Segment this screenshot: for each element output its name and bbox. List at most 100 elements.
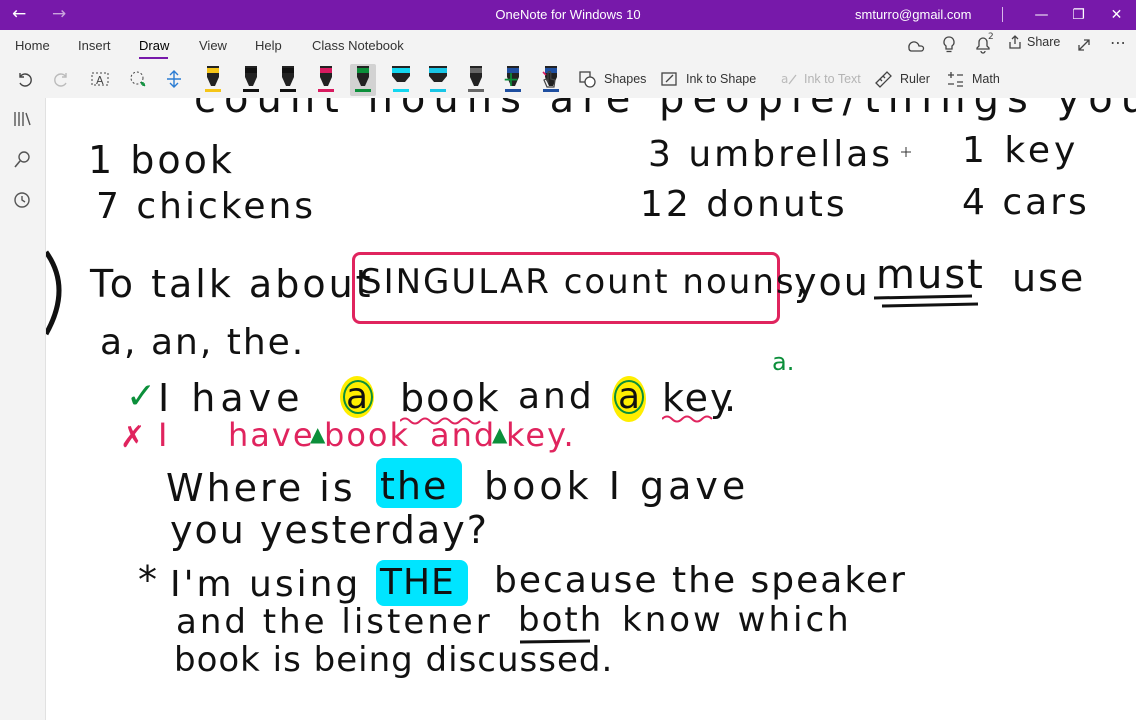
maximize-button[interactable]: ❐ — [1060, 0, 1097, 30]
maximize-icon: ❐ — [1072, 7, 1085, 23]
tab-help[interactable]: Help — [255, 38, 282, 53]
cursor-crosshair-icon — [901, 147, 911, 157]
explanation-the: THE — [380, 562, 455, 603]
ruler-button[interactable]: Ruler — [874, 66, 930, 92]
add-pen-button[interactable]: + — [500, 66, 522, 92]
sync-icon[interactable] — [905, 36, 925, 54]
svg-text:a: a — [781, 72, 788, 86]
rule-must: must — [876, 252, 985, 298]
example-text: 4 cars — [962, 182, 1090, 223]
share-label: Share — [1027, 35, 1061, 49]
asterisk-mark: * — [138, 558, 157, 602]
note-canvas[interactable]: count nouns are people/things you can co… — [46, 98, 1136, 720]
note-header-line: count nouns are people/things you can co… — [194, 98, 1136, 122]
touch-drawing-button[interactable] — [538, 66, 562, 92]
shapes-icon — [579, 71, 596, 88]
question-line2: you yesterday? — [170, 508, 489, 552]
pen-icon — [242, 66, 259, 92]
pen-tool[interactable] — [350, 64, 376, 96]
tab-view[interactable]: View — [199, 38, 227, 53]
explanation-line3: book is being discussed. — [174, 640, 614, 680]
wrong-and: and — [430, 416, 497, 454]
shapes-button[interactable]: Shapes — [578, 66, 646, 92]
tab-home[interactable]: Home — [15, 38, 50, 53]
explanation-line1-rest: because the speaker — [494, 560, 907, 601]
question-the: the — [380, 464, 449, 508]
ink-to-text-button[interactable]: a Ink to Text — [780, 66, 861, 92]
add-icon: + — [502, 67, 520, 91]
redo-button[interactable] — [50, 66, 74, 92]
pen-icon — [317, 66, 334, 92]
lasso-select-button[interactable] — [126, 66, 150, 92]
draw-toolbar: A + Shapes Ink to Shape a Ink to Text Ru… — [0, 60, 1136, 99]
explanation-both: both — [518, 600, 604, 640]
x-mark: ✗ — [120, 420, 146, 455]
pen-tool[interactable] — [313, 64, 339, 96]
example-text: 3 umbrellas — [648, 134, 894, 175]
rule-use: use — [1012, 256, 1086, 300]
undo-icon — [19, 73, 32, 87]
highlighter-tool[interactable] — [388, 64, 414, 96]
ink-to-shape-button[interactable]: Ink to Shape — [660, 66, 756, 92]
user-account[interactable]: smturro@gmail.com — [855, 7, 972, 22]
titlebar-separator — [1002, 7, 1003, 22]
text-select-icon: A — [91, 72, 109, 87]
tab-insert[interactable]: Insert — [78, 38, 111, 53]
type-text-button[interactable]: A — [88, 66, 112, 92]
pen-icon — [355, 66, 371, 92]
more-options-icon[interactable]: ⋯ — [1110, 33, 1126, 52]
minimize-button[interactable]: — — [1023, 0, 1060, 30]
minimize-icon: — — [1034, 7, 1049, 23]
check-mark: ✓ — [126, 376, 157, 417]
ribbon-tabs: Home Insert Draw View Help Class Noteboo… — [0, 30, 1136, 60]
share-button[interactable]: Share — [1007, 34, 1060, 50]
explanation-line2-rest: know which — [622, 600, 852, 640]
math-icon — [948, 72, 963, 87]
correct-book: book — [400, 376, 501, 420]
pencil-tool[interactable] — [463, 64, 489, 96]
undo-button[interactable] — [12, 66, 36, 92]
share-icon — [1009, 35, 1021, 49]
question-start: Where is — [166, 466, 356, 510]
pencil-icon — [467, 66, 484, 92]
close-icon: ✕ — [1110, 7, 1123, 23]
shapes-label: Shapes — [604, 72, 647, 86]
svg-text:A: A — [96, 74, 104, 87]
recent-notes-icon[interactable] — [13, 191, 33, 211]
lasso-icon — [130, 71, 146, 87]
lightbulb-icon[interactable] — [941, 35, 957, 55]
wrong-have: have — [228, 416, 315, 454]
tab-draw[interactable]: Draw — [139, 38, 169, 53]
rule-you: you — [794, 260, 870, 304]
correct-article-a: a — [618, 376, 641, 417]
pen-tool[interactable] — [275, 64, 301, 96]
wrong-sentence-i: I — [158, 416, 168, 454]
notebooks-icon[interactable] — [13, 110, 33, 128]
explanation-start: I'm using — [170, 564, 362, 605]
touch-draw-icon — [542, 71, 556, 88]
rule-boxed-text: SINGULAR count nouns, — [360, 262, 809, 302]
math-button[interactable]: Math — [946, 66, 1000, 92]
example-text: 12 donuts — [640, 184, 848, 225]
math-label: Math — [972, 72, 1000, 86]
green-annotation: a. — [772, 348, 795, 376]
pen-tool[interactable] — [238, 64, 264, 96]
search-icon[interactable] — [13, 150, 33, 170]
correct-article-a: a — [346, 376, 369, 417]
highlighter-tool[interactable] — [425, 64, 451, 96]
pen-tool[interactable] — [200, 64, 226, 96]
add-space-button[interactable] — [162, 66, 186, 92]
explanation-line2-start: and the listener — [176, 602, 493, 642]
correct-sentence-start: I have — [158, 376, 305, 420]
tab-class-notebook[interactable]: Class Notebook — [312, 38, 404, 53]
ruler-label: Ruler — [900, 72, 930, 86]
example-text: 1 key — [962, 130, 1080, 171]
close-button[interactable]: ✕ — [1098, 0, 1135, 30]
expand-icon[interactable] — [1076, 37, 1092, 53]
example-text: 1 book — [88, 138, 235, 182]
must-underline — [873, 294, 979, 308]
correct-and: and — [518, 376, 595, 417]
example-text: 7 chickens — [96, 186, 317, 227]
ink-to-shape-label: Ink to Shape — [686, 72, 757, 86]
ruler-icon — [875, 71, 892, 88]
